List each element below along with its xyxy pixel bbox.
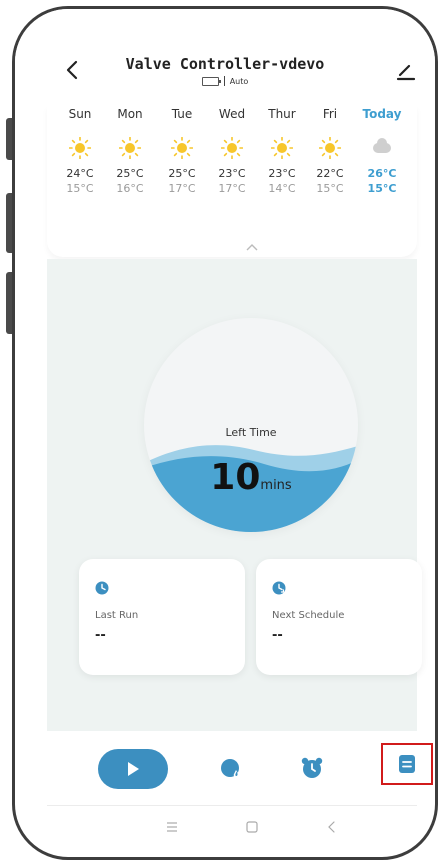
- menu-icon[interactable]: [164, 820, 180, 834]
- app-screen: Valve Controller-vdevo Auto Sun 24°C 15°C M…: [15, 9, 435, 857]
- weather-day: Thur 23°C 14°C: [257, 105, 307, 195]
- weather-low-temp: 17°C: [218, 182, 246, 195]
- sun-icon: [69, 137, 91, 159]
- weather-day-name: Fri: [322, 107, 338, 121]
- weather-high-temp: 26°C: [367, 167, 397, 180]
- weather-high-temp: 25°C: [168, 167, 196, 180]
- water-wave: [144, 445, 358, 532]
- weather-day-name: Tue: [171, 107, 193, 121]
- weather-high-temp: 24°C: [66, 167, 94, 180]
- water-drop-icon[interactable]: [219, 756, 243, 780]
- weather-day: Mon 25°C 16°C: [105, 105, 155, 195]
- log-tab-highlight[interactable]: [381, 743, 433, 785]
- timer-unit: mins: [260, 478, 292, 493]
- edit-button[interactable]: [395, 61, 417, 83]
- last-run-value: --: [95, 628, 106, 643]
- weather-forecast: Sun 24°C 15°C Mon 25°C 16°C Tue 25°C 17°C Wed 23°C…: [47, 105, 417, 257]
- last-run-card[interactable]: Last Run --: [79, 559, 245, 675]
- weather-day: Tue 25°C 17°C: [157, 105, 207, 195]
- weather-low-temp: 14°C: [268, 182, 296, 195]
- weather-high-temp: 22°C: [316, 167, 344, 180]
- main-panel: Left Time 10mins Last Run -- Next Schedu…: [47, 259, 422, 731]
- battery-icon: [201, 76, 221, 86]
- weather-high-temp: 23°C: [268, 167, 296, 180]
- device-status: Auto: [15, 76, 435, 86]
- sun-icon: [119, 137, 141, 159]
- next-schedule-label: Next Schedule: [272, 610, 345, 621]
- weather-high-temp: 25°C: [116, 167, 144, 180]
- weather-low-temp: 15°C: [66, 182, 94, 195]
- status-separator: [223, 76, 225, 86]
- history-icon: [95, 581, 109, 595]
- weather-day-name: Today: [362, 107, 402, 121]
- weather-day-name: Mon: [117, 107, 143, 121]
- phone-frame: Valve Controller-vdevo Auto Sun 24°C 15°C M…: [12, 6, 438, 860]
- weather-high-temp: 23°C: [218, 167, 246, 180]
- weather-low-temp: 16°C: [116, 182, 144, 195]
- next-schedule-value: --: [272, 628, 283, 643]
- play-icon: [128, 762, 139, 776]
- weather-day-name: Sun: [68, 107, 92, 121]
- cloud-icon: [371, 137, 393, 159]
- timer-value: 10: [210, 457, 261, 498]
- alarm-clock-icon[interactable]: [300, 756, 324, 780]
- sun-icon: [221, 137, 243, 159]
- page-title: Valve Controller-vdevo: [125, 55, 325, 73]
- sun-icon: [171, 137, 193, 159]
- back-icon[interactable]: [324, 820, 340, 834]
- timer-dial: Left Time 10mins: [144, 318, 358, 532]
- timer-value-row: 10mins: [144, 457, 358, 498]
- weather-day: Fri 22°C 15°C: [305, 105, 355, 195]
- bottom-tab-bar: [47, 731, 433, 803]
- play-button[interactable]: [98, 749, 168, 789]
- sun-icon: [271, 137, 293, 159]
- next-schedule-card[interactable]: Next Schedule --: [256, 559, 422, 675]
- timer-label: Left Time: [225, 426, 277, 439]
- mode-label: Auto: [229, 76, 249, 86]
- log-icon: [399, 755, 415, 773]
- weather-day: Today 26°C 15°C: [357, 105, 407, 195]
- collapse-chevron-icon[interactable]: [245, 243, 259, 251]
- weather-low-temp: 15°C: [316, 182, 344, 195]
- header: Valve Controller-vdevo Auto: [15, 9, 435, 101]
- weather-day-name: Thur: [268, 107, 296, 121]
- weather-day: Wed 23°C 17°C: [207, 105, 257, 195]
- system-nav-bar: [47, 805, 417, 851]
- home-icon[interactable]: [244, 820, 260, 834]
- last-run-label: Last Run: [95, 610, 139, 621]
- weather-day-name: Wed: [218, 107, 246, 121]
- sun-icon: [319, 137, 341, 159]
- schedule-icon: [272, 581, 286, 595]
- weather-day: Sun 24°C 15°C: [55, 105, 105, 195]
- pencil-icon: [396, 64, 416, 81]
- weather-low-temp: 15°C: [367, 182, 397, 195]
- weather-low-temp: 17°C: [168, 182, 196, 195]
